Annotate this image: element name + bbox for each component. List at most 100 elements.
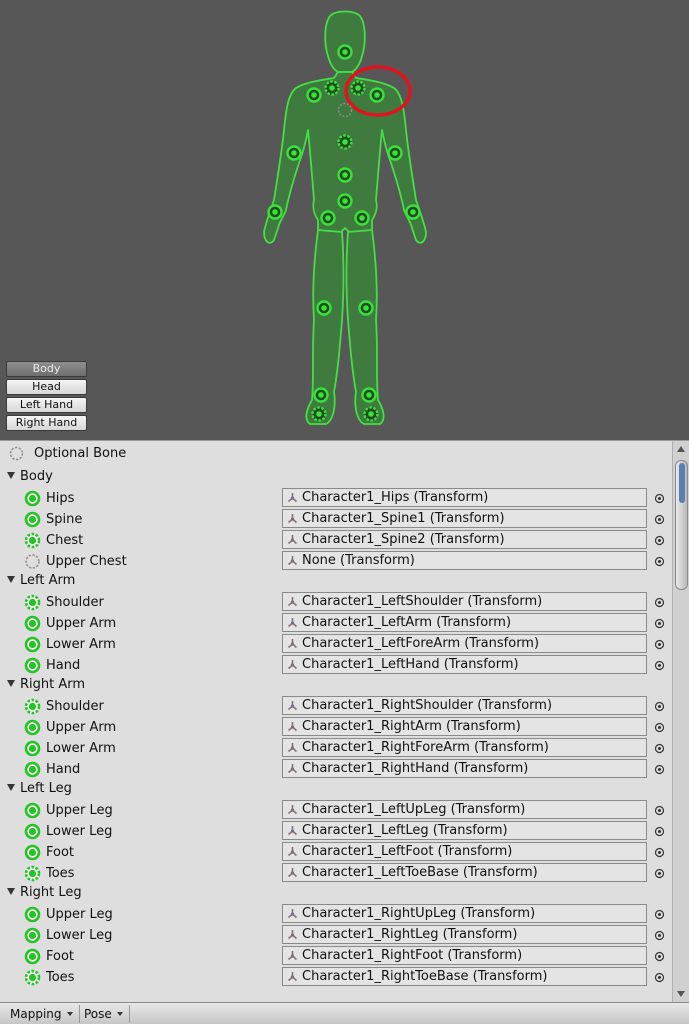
joint-icon[interactable] bbox=[361, 387, 377, 403]
group-header-left-arm[interactable]: Left Arm bbox=[7, 571, 75, 591]
object-picker-icon[interactable] bbox=[654, 597, 665, 608]
object-picker-icon[interactable] bbox=[654, 826, 665, 837]
object-picker-icon[interactable] bbox=[654, 639, 665, 650]
object-picker-icon[interactable] bbox=[654, 805, 665, 816]
transform-object-field[interactable]: Character1_LeftHand (Transform) bbox=[282, 655, 647, 674]
object-picker-icon[interactable] bbox=[654, 493, 665, 504]
group-label: Body bbox=[20, 469, 53, 484]
triangle-down-icon bbox=[7, 888, 15, 895]
transform-object-field[interactable]: Character1_RightShoulder (Transform) bbox=[282, 696, 647, 715]
transform-object-field[interactable]: Character1_RightToeBase (Transform) bbox=[282, 967, 647, 986]
joint-icon[interactable] bbox=[337, 193, 353, 209]
object-picker-icon[interactable] bbox=[654, 951, 665, 962]
object-picker-icon[interactable] bbox=[654, 868, 665, 879]
object-picker-icon[interactable] bbox=[654, 556, 665, 567]
joint-icon[interactable] bbox=[363, 406, 379, 422]
transform-icon bbox=[287, 805, 298, 815]
group-header-right-leg[interactable]: Right Leg bbox=[7, 883, 82, 903]
scroll-thumb[interactable] bbox=[675, 460, 688, 590]
transform-object-field[interactable]: Character1_Spine2 (Transform) bbox=[282, 530, 647, 549]
transform-object-field[interactable]: Character1_RightLeg (Transform) bbox=[282, 925, 647, 944]
bone-row: Hand Character1_RightHand (Transform) bbox=[0, 759, 672, 780]
triangle-down-icon bbox=[7, 576, 15, 583]
joint-icon[interactable] bbox=[324, 80, 340, 96]
transform-value: Character1_LeftArm (Transform) bbox=[302, 615, 512, 630]
optional-bone-legend: Optional Bone bbox=[0, 443, 672, 464]
transform-object-field[interactable]: Character1_RightFoot (Transform) bbox=[282, 946, 647, 965]
view-button-head[interactable]: Head bbox=[6, 379, 87, 395]
transform-value: Character1_LeftHand (Transform) bbox=[302, 657, 519, 672]
joint-icon[interactable] bbox=[337, 167, 353, 183]
bone-label: Lower Arm bbox=[46, 637, 116, 652]
group-header-body[interactable]: Body bbox=[7, 467, 53, 487]
avatar-preview: Body Head Left Hand Right Hand bbox=[0, 0, 689, 440]
transform-object-field[interactable]: Character1_RightUpLeg (Transform) bbox=[282, 904, 647, 923]
transform-object-field[interactable]: Character1_LeftShoulder (Transform) bbox=[282, 592, 647, 611]
optional-bone-mapped-icon bbox=[24, 698, 41, 715]
object-picker-icon[interactable] bbox=[654, 972, 665, 983]
transform-object-field[interactable]: None (Transform) bbox=[282, 551, 647, 570]
object-picker-icon[interactable] bbox=[654, 743, 665, 754]
group-header-left-leg[interactable]: Left Leg bbox=[7, 779, 72, 799]
joint-icon[interactable] bbox=[369, 87, 385, 103]
joint-icon[interactable] bbox=[313, 387, 329, 403]
object-picker-icon[interactable] bbox=[654, 930, 665, 941]
view-button-left-hand[interactable]: Left Hand bbox=[6, 397, 87, 413]
view-button-body[interactable]: Body bbox=[6, 361, 87, 377]
bone-row: Foot Character1_LeftFoot (Transform) bbox=[0, 842, 672, 863]
bone-row: Shoulder Character1_RightShoulder (Transf… bbox=[0, 696, 672, 717]
joint-icon[interactable] bbox=[306, 87, 322, 103]
joint-icon[interactable] bbox=[387, 145, 403, 161]
group-header-right-arm[interactable]: Right Arm bbox=[7, 675, 85, 695]
bone-mapped-icon bbox=[24, 802, 41, 819]
bone-label: Upper Leg bbox=[46, 907, 113, 922]
object-picker-icon[interactable] bbox=[654, 909, 665, 920]
transform-value: Character1_RightToeBase (Transform) bbox=[302, 969, 548, 984]
transform-object-field[interactable]: Character1_LeftLeg (Transform) bbox=[282, 821, 647, 840]
bone-label: Foot bbox=[46, 949, 75, 964]
view-button-right-hand[interactable]: Right Hand bbox=[6, 415, 87, 431]
joint-icon[interactable] bbox=[354, 210, 370, 226]
scroll-up-icon[interactable] bbox=[677, 446, 685, 452]
chevron-down-icon bbox=[116, 1012, 123, 1016]
transform-object-field[interactable]: Character1_Hips (Transform) bbox=[282, 488, 647, 507]
object-picker-icon[interactable] bbox=[654, 514, 665, 525]
object-picker-icon[interactable] bbox=[654, 535, 665, 546]
joint-icon[interactable] bbox=[311, 406, 327, 422]
transform-icon bbox=[287, 535, 298, 545]
object-picker-icon[interactable] bbox=[654, 618, 665, 629]
transform-object-field[interactable]: Character1_LeftUpLeg (Transform) bbox=[282, 800, 647, 819]
pose-dropdown[interactable]: Pose bbox=[78, 1005, 130, 1023]
joint-icon[interactable] bbox=[286, 145, 302, 161]
joint-icon[interactable] bbox=[337, 134, 353, 150]
transform-object-field[interactable]: Character1_LeftToeBase (Transform) bbox=[282, 863, 647, 882]
joint-icon[interactable] bbox=[350, 80, 366, 96]
vertical-scrollbar[interactable] bbox=[672, 441, 689, 1002]
transform-value: Character1_RightShoulder (Transform) bbox=[302, 698, 553, 713]
object-picker-icon[interactable] bbox=[654, 701, 665, 712]
transform-object-field[interactable]: Character1_RightHand (Transform) bbox=[282, 759, 647, 778]
transform-object-field[interactable]: Character1_LeftForeArm (Transform) bbox=[282, 634, 647, 653]
transform-object-field[interactable]: Character1_Spine1 (Transform) bbox=[282, 509, 647, 528]
bottom-toolbar: Mapping Pose bbox=[0, 1002, 689, 1024]
mapping-dropdown[interactable]: Mapping bbox=[4, 1005, 80, 1023]
object-picker-icon[interactable] bbox=[654, 722, 665, 733]
object-picker-icon[interactable] bbox=[654, 764, 665, 775]
object-picker-icon[interactable] bbox=[654, 660, 665, 671]
joint-icon[interactable] bbox=[267, 204, 283, 220]
bone-label: Shoulder bbox=[46, 595, 104, 610]
joint-icon[interactable] bbox=[358, 300, 374, 316]
bone-mapped-icon bbox=[24, 823, 41, 840]
transform-object-field[interactable]: Character1_RightArm (Transform) bbox=[282, 717, 647, 736]
object-picker-icon[interactable] bbox=[654, 847, 665, 858]
joint-icon[interactable] bbox=[337, 44, 353, 60]
transform-object-field[interactable]: Character1_LeftFoot (Transform) bbox=[282, 842, 647, 861]
transform-icon bbox=[287, 951, 298, 961]
joint-icon[interactable] bbox=[316, 300, 332, 316]
transform-icon bbox=[287, 909, 298, 919]
joint-icon[interactable] bbox=[405, 204, 421, 220]
transform-object-field[interactable]: Character1_RightForeArm (Transform) bbox=[282, 738, 647, 757]
joint-icon[interactable] bbox=[320, 210, 336, 226]
transform-object-field[interactable]: Character1_LeftArm (Transform) bbox=[282, 613, 647, 632]
scroll-down-icon[interactable] bbox=[677, 991, 685, 997]
